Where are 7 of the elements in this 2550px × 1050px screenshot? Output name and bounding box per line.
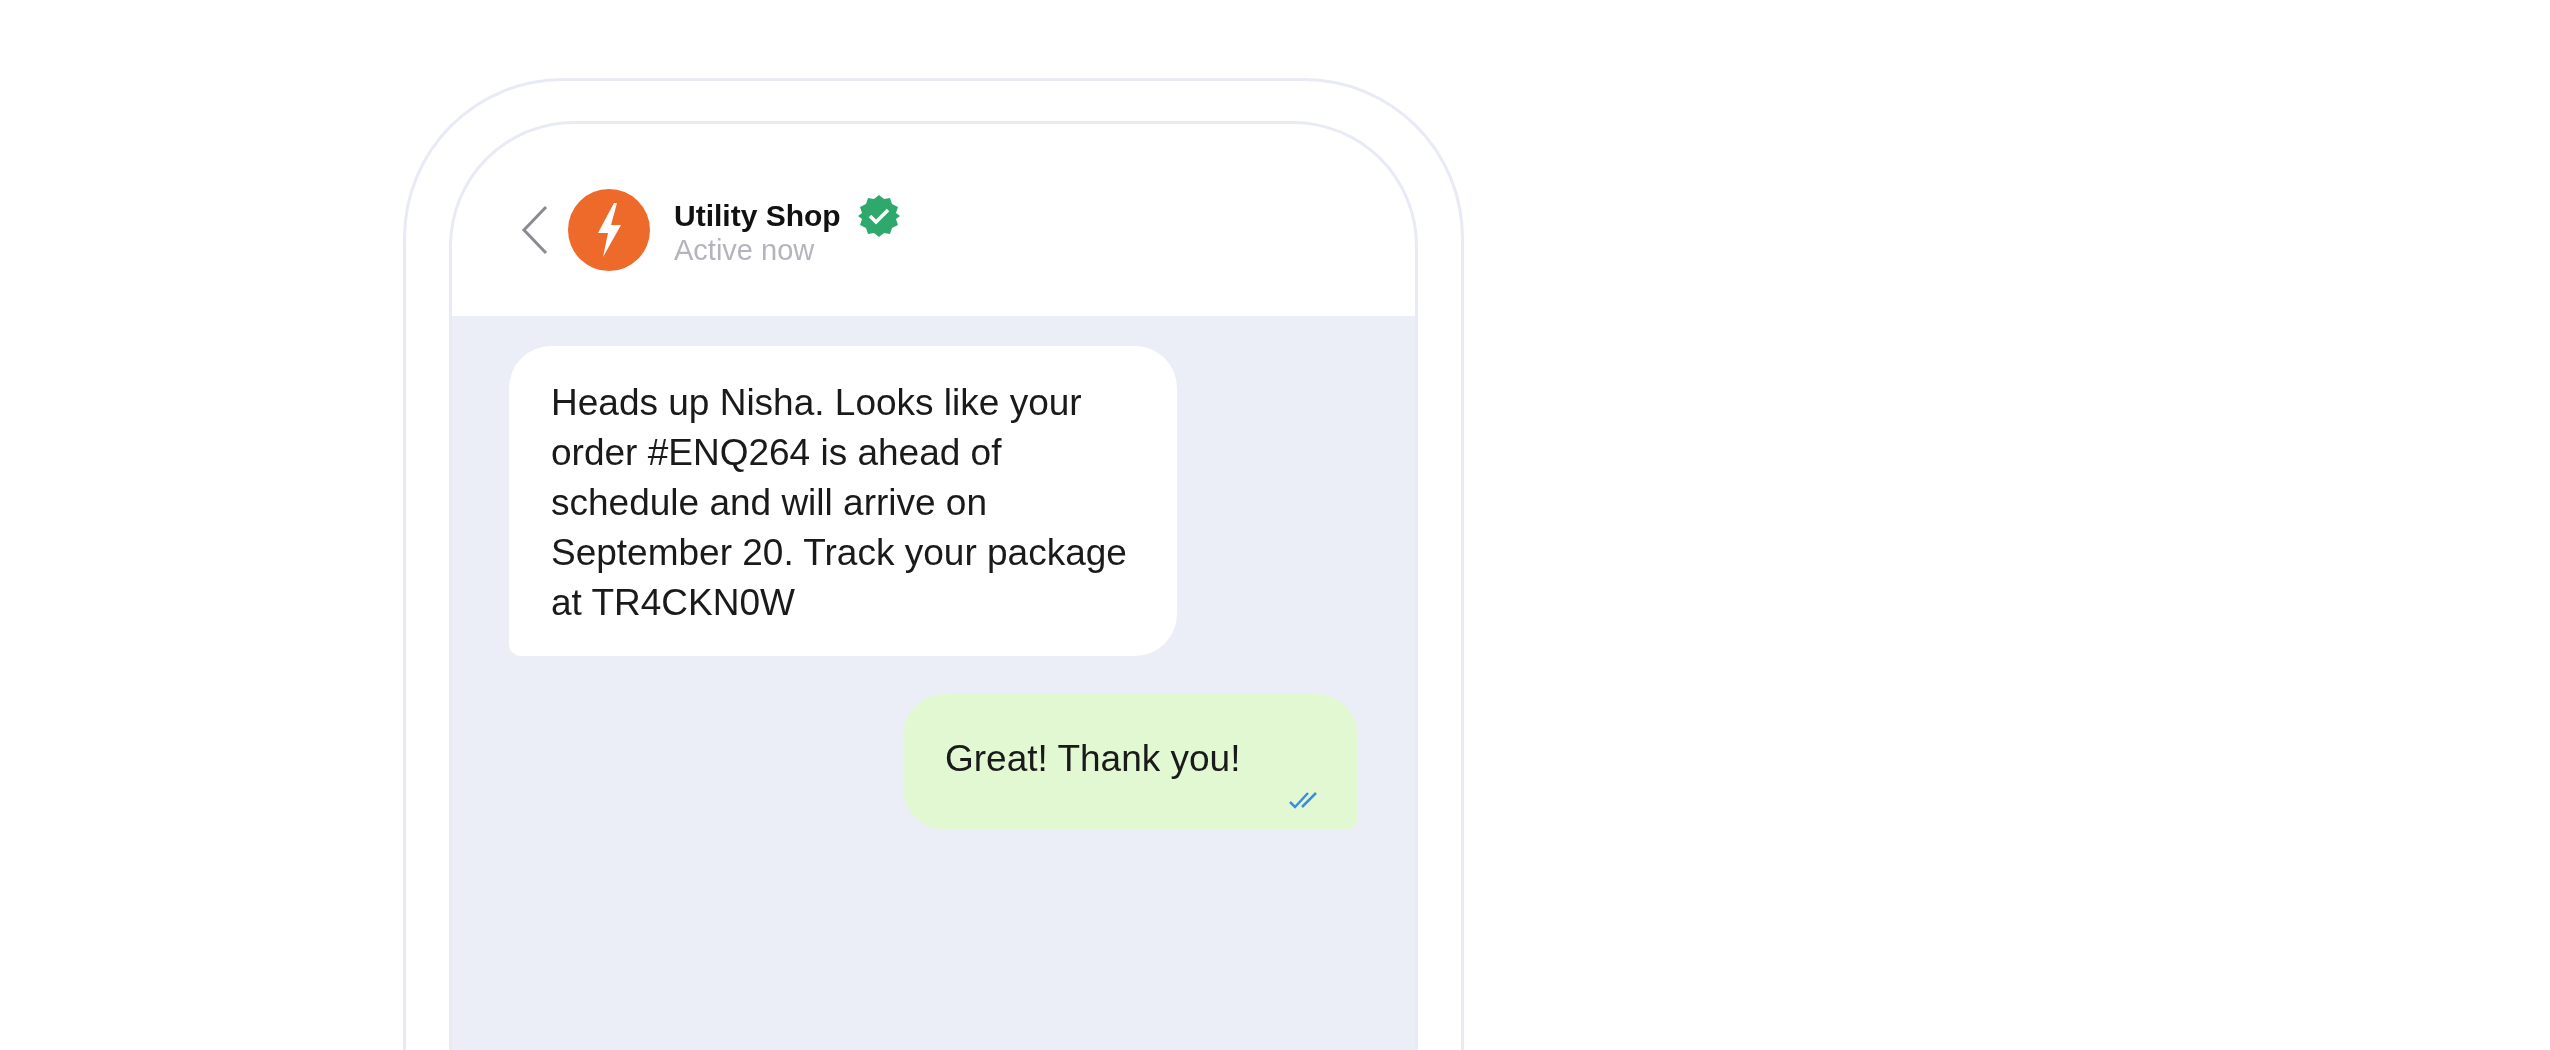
contact-name: Utility Shop (674, 198, 841, 233)
outgoing-message: Great! Thank you! (903, 694, 1358, 830)
contact-status: Active now (674, 233, 816, 267)
incoming-message: Heads up Nisha. Looks like your order #ENQ264 is ahead of schedule and will arrive on September 20. Track your package at TR4CKN0W (509, 346, 1177, 656)
back-icon[interactable] (520, 204, 550, 256)
verified-badge-icon (856, 193, 901, 238)
lightning-avatar-icon (568, 189, 650, 271)
